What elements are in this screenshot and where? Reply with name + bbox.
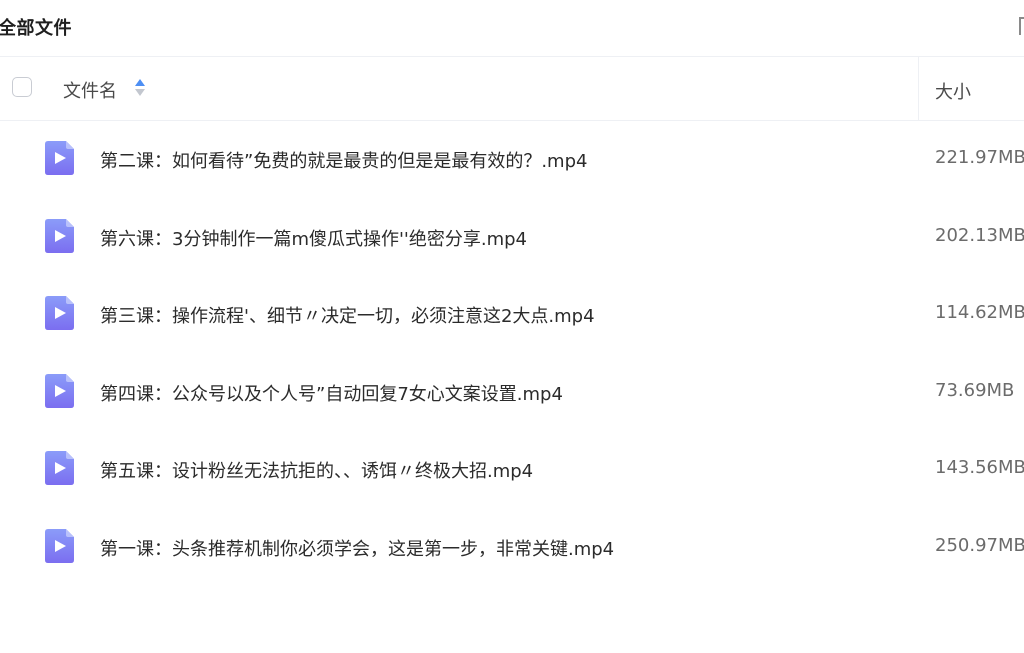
file-name[interactable]: 第六课：3分钟制作一篇m傻瓜式操作''绝密分享.mp4: [100, 225, 527, 251]
file-row[interactable]: 第三课：操作流程'、细节〃决定一切，必须注意这2大点.mp4 114.62MB: [0, 276, 1024, 354]
column-divider[interactable]: [918, 57, 919, 120]
file-name[interactable]: 第三课：操作流程'、细节〃决定一切，必须注意这2大点.mp4: [100, 302, 595, 328]
page-title: 全部文件: [0, 18, 72, 39]
file-row[interactable]: 第二课：如何看待”免费的就是最贵的但是是最有效的？.mp4 221.97MB: [0, 121, 1024, 199]
column-header-name[interactable]: 文件名: [63, 77, 117, 103]
toolbar-icon[interactable]: [1019, 17, 1024, 35]
file-size: 202.13MB: [935, 224, 1024, 246]
video-file-icon: [45, 141, 74, 175]
file-name[interactable]: 第四课：公众号以及个人号”自动回复7女心文案设置.mp4: [100, 380, 563, 406]
top-bar: 全部文件: [0, 0, 1024, 57]
video-file-icon: [45, 218, 74, 253]
file-list: 第二课：如何看待”免费的就是最贵的但是是最有效的？.mp4 221.97MB 第…: [0, 121, 1024, 587]
file-size: 73.69MB: [935, 379, 1015, 401]
file-size: 143.56MB: [935, 457, 1024, 479]
video-file-icon: [45, 296, 74, 331]
column-header-size[interactable]: 大小: [935, 78, 971, 104]
file-row[interactable]: 第四课：公众号以及个人号”自动回复7女心文案设置.mp4 73.69MB: [0, 354, 1024, 432]
file-size: 221.97MB: [935, 147, 1024, 168]
file-row[interactable]: 第一课：头条推荐机制你必须学会，这是第一步，非常关键.mp4 250.97MB: [0, 509, 1024, 587]
file-name[interactable]: 第一课：头条推荐机制你必须学会，这是第一步，非常关键.mp4: [100, 535, 614, 561]
file-name[interactable]: 第五课：设计粉丝无法抗拒的、、诱饵〃终极大招.mp4: [100, 457, 533, 483]
sort-descending-icon: [135, 89, 145, 96]
video-file-icon: [45, 373, 74, 408]
video-file-icon: [45, 528, 74, 563]
select-all-checkbox[interactable]: [12, 77, 32, 97]
file-size: 114.62MB: [935, 302, 1024, 324]
file-name[interactable]: 第二课：如何看待”免费的就是最贵的但是是最有效的？.mp4: [100, 147, 587, 173]
sort-ascending-icon: [135, 79, 145, 86]
sort-icon[interactable]: [135, 79, 145, 97]
file-manager-page: 全部文件 文件名 大小 第二课：如何看待”免费的就是最贵的但是是最有效的？.mp…: [0, 0, 1024, 653]
video-file-icon: [45, 451, 74, 486]
table-header: 文件名 大小: [0, 57, 1024, 121]
file-row[interactable]: 第五课：设计粉丝无法抗拒的、、诱饵〃终极大招.mp4 143.56MB: [0, 431, 1024, 509]
file-row[interactable]: 第六课：3分钟制作一篇m傻瓜式操作''绝密分享.mp4 202.13MB: [0, 199, 1024, 277]
file-size: 250.97MB: [935, 534, 1024, 556]
